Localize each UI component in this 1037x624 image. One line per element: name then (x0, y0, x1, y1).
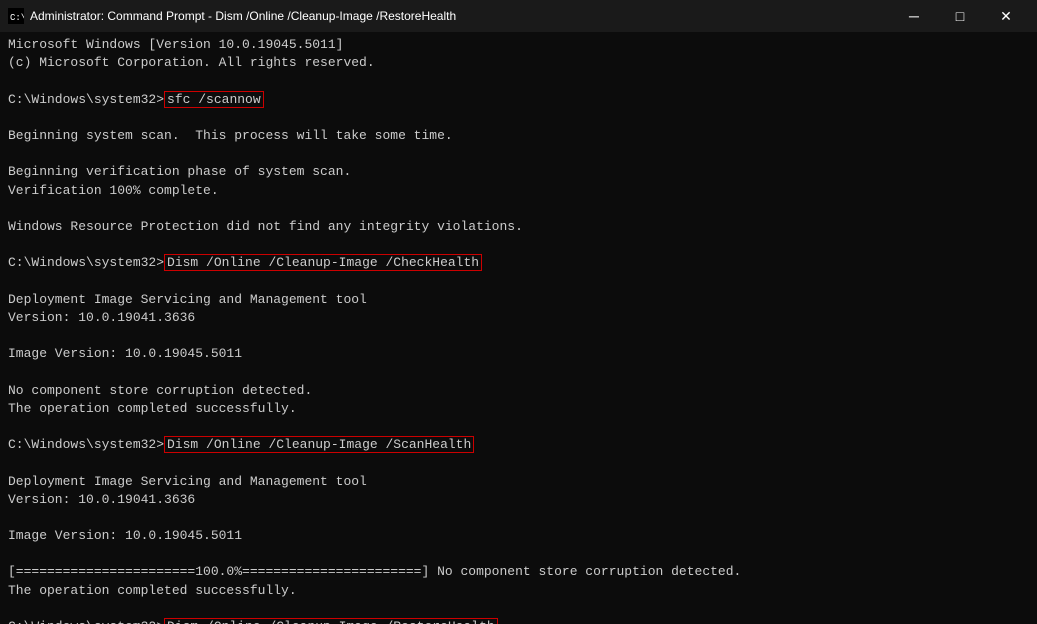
prompt-text: C:\Windows\system32> (8, 437, 164, 452)
terminal-command-line: C:\Windows\system32>Dism /Online /Cleanu… (8, 436, 1029, 454)
minimize-button[interactable]: ─ (891, 0, 937, 32)
terminal-text-line: The operation completed successfully. (8, 400, 1029, 418)
terminal-text-line: Version: 10.0.19041.3636 (8, 491, 1029, 509)
prompt-text: C:\Windows\system32> (8, 619, 164, 624)
prompt-text: C:\Windows\system32> (8, 92, 164, 107)
terminal-command-line: C:\Windows\system32>Dism /Online /Cleanu… (8, 254, 1029, 272)
command-text: Dism /Online /Cleanup-Image /CheckHealth (164, 254, 482, 271)
terminal-output: Microsoft Windows [Version 10.0.19045.50… (0, 32, 1037, 624)
prompt-text: C:\Windows\system32> (8, 255, 164, 270)
command-text: sfc /scannow (164, 91, 264, 108)
blank-line (8, 200, 1029, 218)
title-bar-left: C:\ Administrator: Command Prompt - Dism… (8, 8, 456, 24)
close-button[interactable]: ✕ (983, 0, 1029, 32)
terminal-text-line: Beginning system scan. This process will… (8, 127, 1029, 145)
blank-line (8, 509, 1029, 527)
terminal-text-line: Microsoft Windows [Version 10.0.19045.50… (8, 36, 1029, 54)
terminal-text-line: (c) Microsoft Corporation. All rights re… (8, 54, 1029, 72)
blank-line (8, 363, 1029, 381)
blank-line (8, 418, 1029, 436)
window-title: Administrator: Command Prompt - Dism /On… (30, 9, 456, 23)
blank-line (8, 272, 1029, 290)
terminal-text-line: Windows Resource Protection did not find… (8, 218, 1029, 236)
terminal-text-line: The operation completed successfully. (8, 582, 1029, 600)
terminal-text-line: Deployment Image Servicing and Managemen… (8, 473, 1029, 491)
title-bar: C:\ Administrator: Command Prompt - Dism… (0, 0, 1037, 32)
blank-line (8, 327, 1029, 345)
blank-line (8, 600, 1029, 618)
blank-line (8, 454, 1029, 472)
cmd-icon: C:\ (8, 8, 24, 24)
command-text: Dism /Online /Cleanup-Image /ScanHealth (164, 436, 474, 453)
terminal-text-line: Version: 10.0.19041.3636 (8, 309, 1029, 327)
svg-text:C:\: C:\ (10, 13, 24, 23)
blank-line (8, 145, 1029, 163)
terminal-command-line: C:\Windows\system32>Dism /Online /Cleanu… (8, 618, 1029, 624)
command-text: Dism /Online /Cleanup-Image /RestoreHeal… (164, 618, 498, 624)
blank-line (8, 109, 1029, 127)
terminal-text-line: Image Version: 10.0.19045.5011 (8, 527, 1029, 545)
terminal-text-line: Beginning verification phase of system s… (8, 163, 1029, 181)
blank-line (8, 545, 1029, 563)
terminal-text-line: Verification 100% complete. (8, 182, 1029, 200)
maximize-button[interactable]: □ (937, 0, 983, 32)
blank-line (8, 72, 1029, 90)
blank-line (8, 236, 1029, 254)
title-bar-controls: ─ □ ✕ (891, 0, 1029, 32)
terminal-command-line: C:\Windows\system32>sfc /scannow (8, 91, 1029, 109)
terminal-text-line: No component store corruption detected. (8, 382, 1029, 400)
terminal-text-line: Image Version: 10.0.19045.5011 (8, 345, 1029, 363)
terminal-text-line: [=======================100.0%==========… (8, 563, 1029, 581)
terminal-text-line: Deployment Image Servicing and Managemen… (8, 291, 1029, 309)
